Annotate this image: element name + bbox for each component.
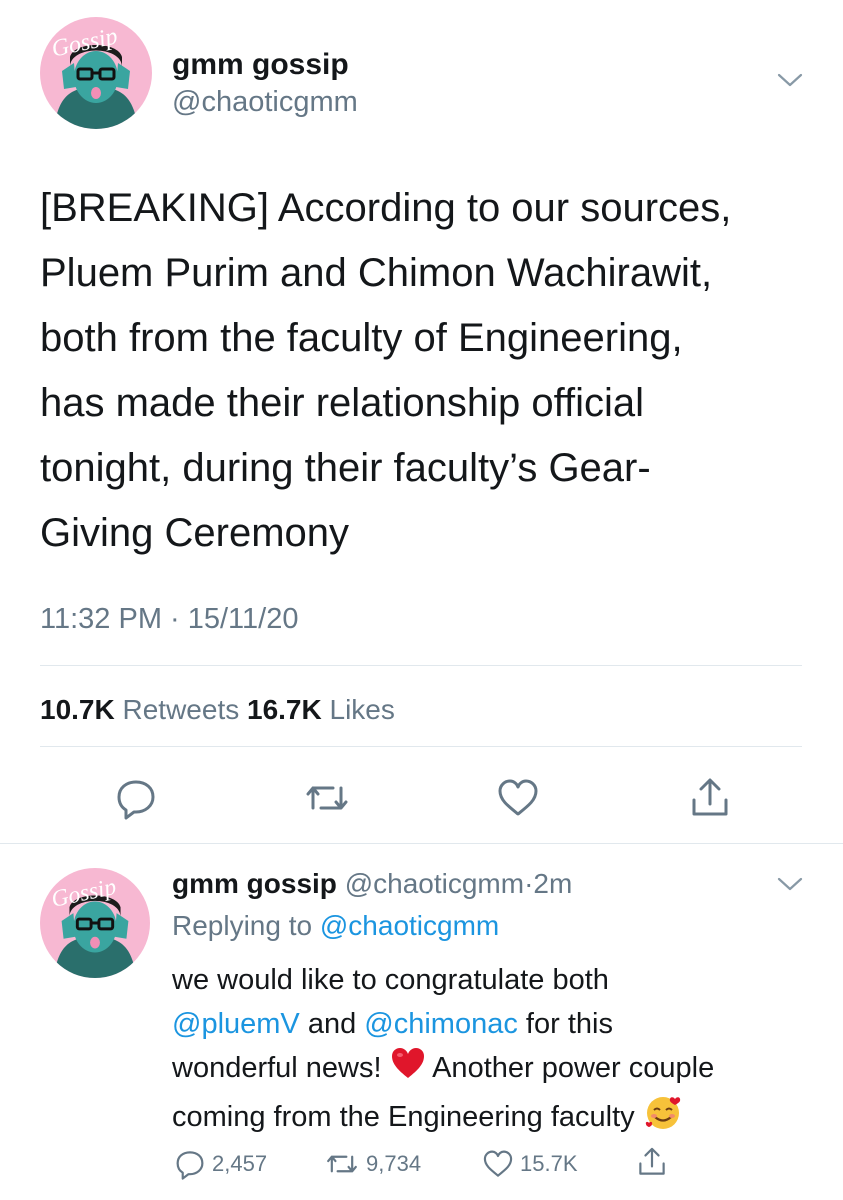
heart-icon[interactable] [482, 1148, 514, 1180]
reply-text-fragment: coming from the Engineering faculty [172, 1101, 635, 1134]
likes-count[interactable]: 16.7K [247, 694, 322, 725]
divider [40, 746, 802, 747]
reply-text: we would like to congratulate both @plue… [172, 958, 822, 1144]
chevron-down-icon[interactable] [776, 70, 804, 95]
author-name[interactable]: gmm gossip [172, 48, 349, 82]
reply-reply-action[interactable]: 2,457 [174, 1148, 267, 1180]
tweet-text-line: Giving Ceremony [40, 511, 350, 555]
reply-like-action[interactable]: 15.7K [482, 1148, 578, 1180]
divider [40, 665, 802, 666]
chevron-down-icon[interactable] [776, 874, 804, 899]
like-count: 15.7K [520, 1151, 578, 1176]
smiling-face-with-hearts-emoji [643, 1093, 683, 1144]
mention-link[interactable]: @pluemV [172, 1008, 300, 1040]
reply-retweet-action[interactable]: 9,734 [324, 1148, 421, 1180]
reply-text-fragment: for this [525, 1008, 613, 1040]
reply-header: gmm gossip @chaoticgmm·2m [172, 868, 572, 900]
divider [0, 843, 843, 844]
retweet-icon[interactable] [303, 776, 348, 820]
reply-author-name[interactable]: gmm gossip [172, 868, 337, 899]
red-heart-emoji [390, 1046, 426, 1093]
engagement-stats: 10.7K Retweets 16.7K Likes [40, 694, 395, 726]
heart-icon[interactable] [496, 776, 540, 820]
retweets-label[interactable]: Retweets [123, 694, 240, 725]
tweet-text: [BREAKING] According to our sources, Plu… [40, 176, 830, 566]
reply-text-line: we would like to congratulate both [172, 964, 609, 996]
author-avatar[interactable]: Gossip [40, 17, 152, 129]
replying-to: Replying to @chaoticgmm [172, 910, 499, 942]
author-handle[interactable]: @chaoticgmm [172, 86, 358, 119]
likes-label[interactable]: Likes [330, 694, 395, 725]
tweet-timestamp[interactable]: 11:32 PM · 15/11/20 [40, 603, 298, 636]
reply-text-fragment: and [307, 1008, 357, 1040]
tweet-text-line: [BREAKING] According to our sources, [40, 186, 732, 230]
tweet-text-line: tonight, during their faculty’s Gear- [40, 446, 651, 490]
tweet-text-line: both from the faculty of Engineering, [40, 316, 683, 360]
reply-text-line: coming from the Engineering faculty [172, 1093, 822, 1144]
share-icon[interactable] [688, 776, 732, 820]
replying-prefix: Replying to [172, 910, 313, 941]
reply-icon[interactable] [114, 776, 158, 820]
mention-link[interactable]: @chimonac [364, 1008, 518, 1040]
retweets-count[interactable]: 10.7K [40, 694, 115, 725]
reply-text-fragment: Another power couple [432, 1052, 715, 1085]
replying-handle-link[interactable]: @chaoticgmm [320, 910, 499, 941]
retweet-icon[interactable] [324, 1148, 360, 1180]
reply-share-action[interactable] [636, 1146, 668, 1178]
reply-separator: · [524, 868, 534, 899]
reply-text-fragment: wonderful news! [172, 1052, 382, 1085]
retweet-count: 9,734 [366, 1151, 422, 1176]
tweet-text-line: Pluem Purim and Chimon Wachirawit, [40, 251, 713, 295]
reply-author-handle[interactable]: @chaoticgmm [345, 868, 524, 899]
reply-count: 2,457 [212, 1151, 268, 1176]
reply-time[interactable]: 2m [533, 868, 572, 899]
reply-icon[interactable] [174, 1148, 206, 1180]
reply-text-line: wonderful news! Another power couple [172, 1046, 822, 1093]
reply-author-avatar[interactable]: Gossip [40, 868, 150, 978]
reply-text-line: @pluemV and @chimonac for this [172, 1002, 822, 1046]
tweet-text-line: has made their relationship official [40, 381, 645, 425]
share-icon[interactable] [636, 1146, 668, 1178]
